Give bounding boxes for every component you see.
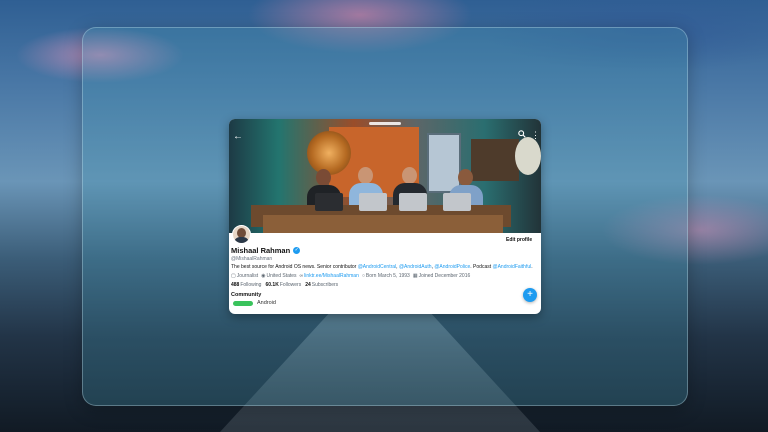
briefcase-icon: ▢ xyxy=(231,273,236,279)
birthday-item: ○Born March 5, 1993 xyxy=(361,273,410,279)
website-item[interactable]: ∞linktr.ee/MishaalRahman xyxy=(300,273,359,279)
followers-stat[interactable]: 60.1KFollowers xyxy=(265,282,301,288)
profile-bio: The best source for Android OS news. Sen… xyxy=(231,264,533,270)
profile-name-row: Mishaal Rahman ✓ xyxy=(231,246,301,255)
back-arrow-icon[interactable]: ← xyxy=(233,131,243,142)
community-name[interactable]: Android xyxy=(257,300,276,306)
profile-banner: ← ⋮ xyxy=(229,119,541,233)
following-stat[interactable]: 488Following xyxy=(231,282,261,288)
community-label: Community xyxy=(231,292,262,298)
avatar[interactable] xyxy=(232,225,251,244)
profile-name: Mishaal Rahman xyxy=(231,246,291,255)
compose-button[interactable]: + xyxy=(523,288,537,302)
profile-handle: @MishaalRahman xyxy=(231,256,273,262)
occupation-item: ▢Journalist xyxy=(231,273,259,279)
mention-link[interactable]: @AndroidPolice xyxy=(434,264,470,270)
community-badge[interactable] xyxy=(233,301,253,306)
location-item: ◉United States xyxy=(261,273,297,279)
banner-laptop xyxy=(359,193,387,211)
mention-link[interactable]: @AndroidCentral xyxy=(358,264,396,270)
profile-meta: ▢Journalist ◉United States ∞linktr.ee/Mi… xyxy=(231,273,470,279)
banner-laptop xyxy=(443,193,471,211)
mention-link[interactable]: @AndroidAuth xyxy=(399,264,432,270)
banner-disc xyxy=(515,137,541,175)
joined-item: ▦Joined December 2016 xyxy=(412,273,471,279)
drag-handle[interactable] xyxy=(369,122,401,125)
banner-desk-front xyxy=(263,215,503,233)
location-pin-icon: ◉ xyxy=(261,273,266,279)
edit-profile-button[interactable]: Edit profile xyxy=(506,237,532,243)
profile-app-window: ← ⋮ Edit profile Mishaal Rahman ✓ @Misha… xyxy=(229,119,541,314)
search-icon[interactable] xyxy=(518,130,526,138)
plus-icon: + xyxy=(527,289,533,300)
verified-badge-icon: ✓ xyxy=(293,247,301,254)
profile-stats: 488Following 60.1KFollowers 24Subscriber… xyxy=(231,282,338,288)
link-icon: ∞ xyxy=(299,273,304,279)
mention-link[interactable]: @AndroidFaithful xyxy=(493,264,532,270)
balloon-icon: ○ xyxy=(361,273,365,279)
more-vertical-icon[interactable]: ⋮ xyxy=(531,131,540,140)
banner-laptop xyxy=(399,193,427,211)
banner-laptop xyxy=(315,193,343,211)
calendar-icon: ▦ xyxy=(412,273,418,279)
subscribers-stat[interactable]: 24Subscribers xyxy=(305,282,338,288)
